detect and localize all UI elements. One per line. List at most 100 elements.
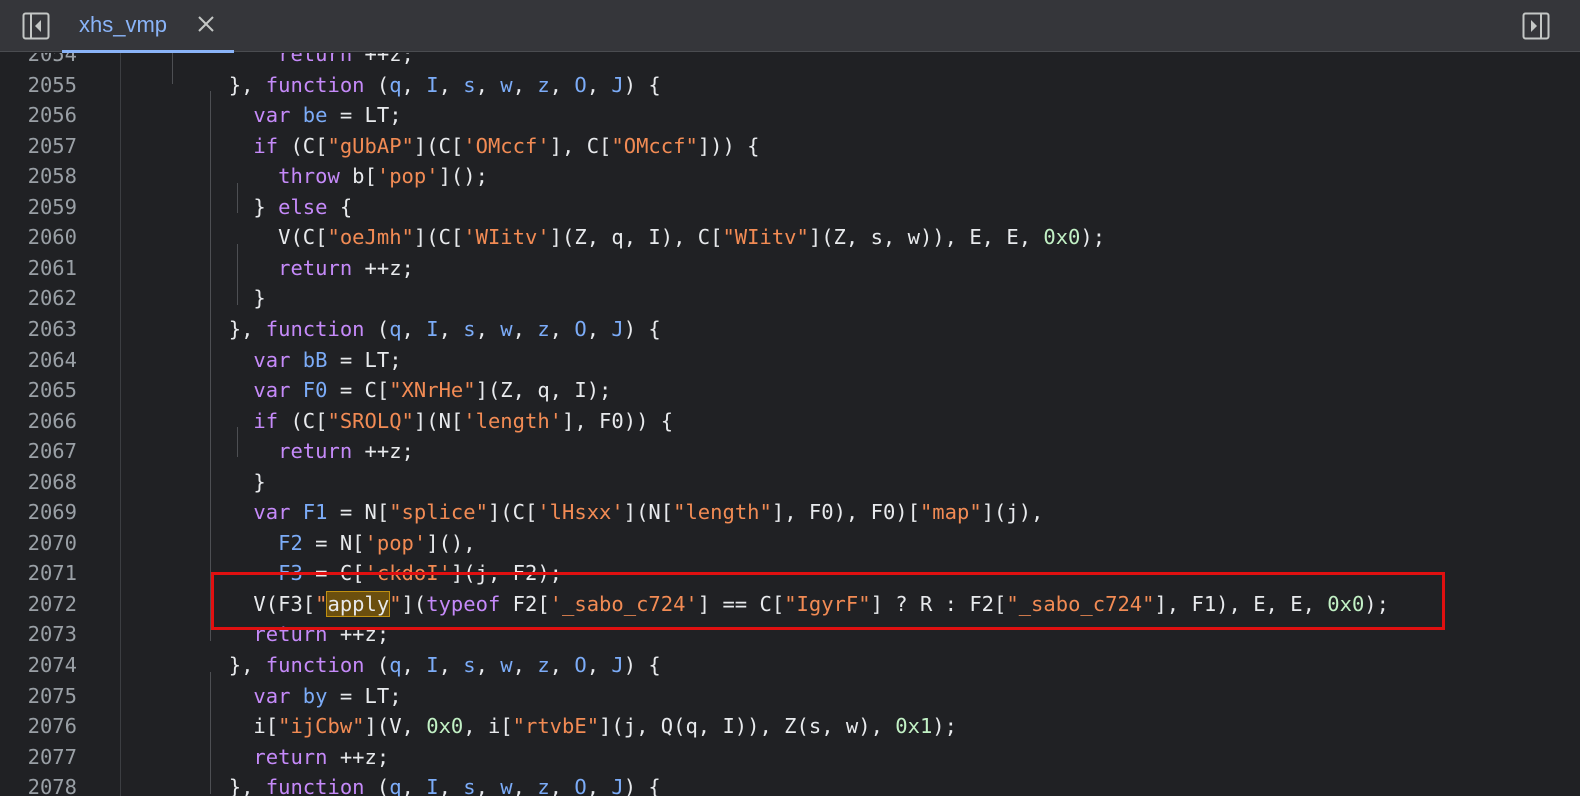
line-number[interactable]: 2078: [0, 775, 77, 796]
line-number[interactable]: 2055: [0, 73, 77, 97]
tab-close-button[interactable]: [194, 12, 218, 36]
code-line[interactable]: 2075 var by = LT;: [0, 681, 1580, 712]
code-text: var bB = LT;: [130, 347, 402, 372]
editor-tab-bar: xhs_vmp: [0, 0, 1580, 53]
code-token: 'pop': [364, 530, 427, 555]
code-line[interactable]: 2061 return ++z;: [0, 253, 1580, 284]
close-icon: [198, 16, 214, 32]
code-token: ](V,: [364, 714, 427, 739]
code-token: w: [500, 72, 513, 97]
code-line[interactable]: 2077 return ++z;: [0, 742, 1580, 773]
code-line[interactable]: 2055 }, function (q, I, s, w, z, O, J) {: [0, 70, 1580, 101]
code-token: F1: [302, 500, 328, 525]
code-line[interactable]: 2069 var F1 = N["splice"](C['lHsxx'](N["…: [0, 497, 1580, 528]
code-token: );: [932, 714, 957, 739]
line-number[interactable]: 2069: [0, 500, 77, 524]
line-number[interactable]: 2067: [0, 439, 77, 463]
code-token: = LT;: [327, 103, 402, 128]
line-number[interactable]: 2064: [0, 348, 77, 372]
code-token: ++z;: [352, 439, 414, 464]
code-text: return ++z;: [130, 439, 414, 463]
code-token: F2: [278, 530, 303, 555]
code-line[interactable]: 2054 return ++z;: [0, 53, 1580, 70]
code-token: },: [130, 775, 266, 796]
line-number[interactable]: 2075: [0, 684, 77, 708]
code-token: ,: [549, 653, 575, 677]
code-token: ])) {: [697, 133, 760, 158]
code-token: = LT;: [327, 347, 402, 372]
code-line[interactable]: 2074 }, function (q, I, s, w, z, O, J) {: [0, 650, 1580, 681]
code-editor[interactable]: 2054 return ++z; 2055 }, function (q, I, …: [0, 53, 1580, 796]
code-token: ](N[: [413, 408, 464, 433]
line-number[interactable]: 2056: [0, 103, 77, 127]
code-token: ](C[: [413, 133, 464, 158]
code-token: 'OMccf': [463, 133, 550, 158]
code-token: ](j, Q(q, I)), Z(s, w),: [599, 714, 896, 739]
code-token: var: [130, 500, 291, 525]
code-token: s: [463, 653, 476, 677]
line-number[interactable]: 2062: [0, 286, 77, 310]
code-token: (: [364, 316, 390, 341]
tab-xhs-vmp[interactable]: xhs_vmp: [62, 0, 234, 53]
code-token: I: [426, 653, 439, 677]
code-line[interactable]: 2070 F2 = N['pop'](),: [0, 528, 1580, 559]
code-line[interactable]: 2068 }: [0, 467, 1580, 498]
line-number[interactable]: 2058: [0, 164, 77, 188]
line-number[interactable]: 2066: [0, 409, 77, 433]
code-line[interactable]: 2076 i["ijCbw"](V, 0x0, i["rtvbE"](j, Q(…: [0, 711, 1580, 742]
code-line[interactable]: 2059 } else {: [0, 192, 1580, 223]
code-token: w: [500, 653, 513, 677]
line-number[interactable]: 2063: [0, 317, 77, 341]
code-token: J: [611, 775, 624, 796]
line-number[interactable]: 2065: [0, 378, 77, 402]
code-text: var be = LT;: [130, 103, 402, 128]
line-number[interactable]: 2070: [0, 531, 77, 555]
code-line[interactable]: 2064 var bB = LT;: [0, 345, 1580, 376]
code-line[interactable]: 2060 V(C["oeJmh"](C['WIitv'](Z, q, I), C…: [0, 222, 1580, 253]
code-line[interactable]: 2058 throw b['pop']();: [0, 161, 1580, 192]
line-number[interactable]: 2060: [0, 225, 77, 249]
line-number[interactable]: 2072: [0, 592, 77, 616]
code-token: ], F0), F0)[: [771, 500, 920, 525]
code-text: }, function (q, I, s, w, z, O, J) {: [130, 73, 661, 97]
code-line[interactable]: 2063 }, function (q, I, s, w, z, O, J) {: [0, 314, 1580, 345]
code-token: ,: [586, 775, 612, 796]
code-text: }, function (q, I, s, w, z, O, J) {: [130, 775, 661, 796]
toggle-debugger-button[interactable]: [1522, 12, 1550, 40]
code-token: ,: [512, 316, 538, 341]
code-token: 'pop': [376, 164, 439, 189]
line-number[interactable]: 2054: [0, 53, 77, 66]
code-token: "ijCbw": [278, 714, 365, 739]
code-token: s: [463, 316, 476, 341]
code-token: ](N[: [623, 500, 674, 525]
code-text: }, function (q, I, s, w, z, O, J) {: [130, 653, 661, 677]
code-text: if (C["gUbAP"](C['OMccf'], C["OMccf"])) …: [130, 133, 760, 158]
code-token: function: [265, 72, 365, 97]
line-number[interactable]: 2074: [0, 653, 77, 677]
code-line[interactable]: 2065 var F0 = C["XNrHe"](Z, q, I);: [0, 375, 1580, 406]
line-number[interactable]: 2068: [0, 470, 77, 494]
code-line[interactable]: 2057 if (C["gUbAP"](C['OMccf'], C["OMccf…: [0, 131, 1580, 162]
line-number[interactable]: 2076: [0, 714, 77, 738]
code-line[interactable]: 2056 var be = LT;: [0, 100, 1580, 131]
line-number[interactable]: 2071: [0, 561, 77, 585]
line-number[interactable]: 2077: [0, 745, 77, 769]
code-line[interactable]: 2067 return ++z;: [0, 436, 1580, 467]
code-token: ,: [549, 316, 575, 341]
code-line[interactable]: 2078 }, function (q, I, s, w, z, O, J) {: [0, 772, 1580, 796]
code-token: "oeJmh": [327, 225, 414, 250]
line-number[interactable]: 2061: [0, 256, 77, 280]
line-number[interactable]: 2073: [0, 622, 77, 646]
line-number[interactable]: 2059: [0, 195, 77, 219]
line-number[interactable]: 2057: [0, 134, 77, 158]
code-token: "rtvbE": [512, 714, 600, 739]
code-token: ](j),: [981, 500, 1044, 525]
toggle-navigator-button[interactable]: [22, 12, 50, 40]
code-line[interactable]: 2066 if (C["SROLQ"](N['length'], F0)) {: [0, 406, 1580, 437]
code-token: },: [130, 316, 266, 341]
code-token: var: [130, 103, 291, 128]
code-line[interactable]: 2062 }: [0, 283, 1580, 314]
